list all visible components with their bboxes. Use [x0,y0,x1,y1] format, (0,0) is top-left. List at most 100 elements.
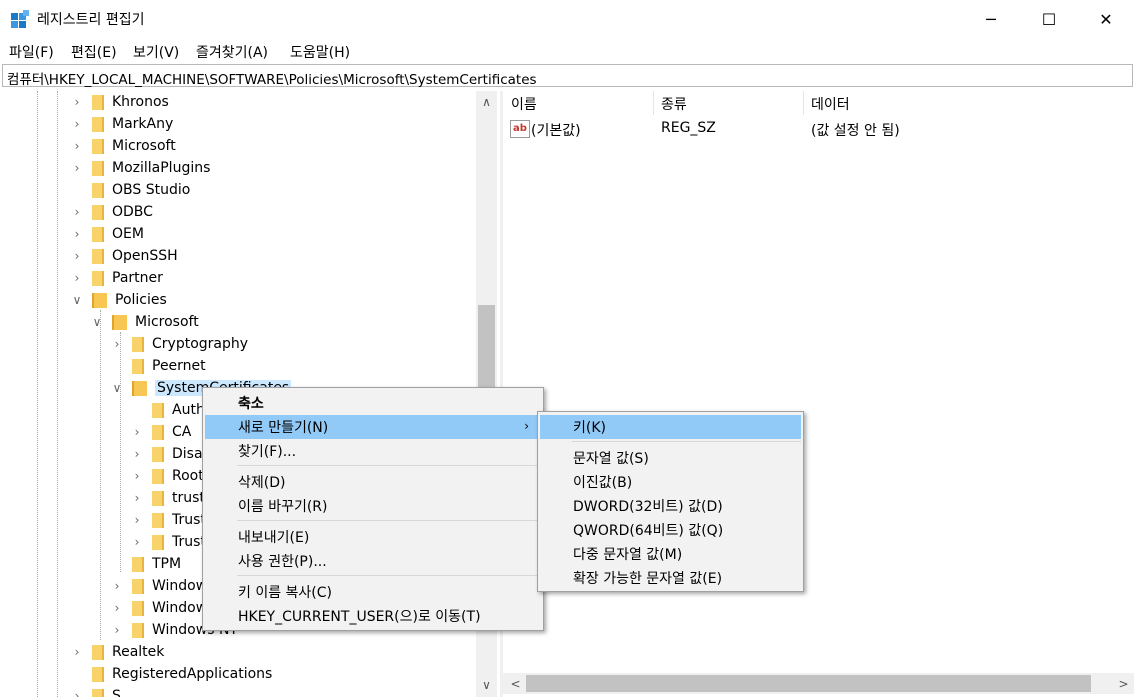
folder-icon [132,578,144,594]
tree-item[interactable]: Peernet [110,355,206,377]
expand-chevron-icon[interactable]: › [70,205,84,219]
maximize-button[interactable]: ☐ [1020,0,1078,38]
tree-item[interactable]: › Trust [130,531,206,553]
scroll-right-arrow-icon[interactable]: > [1113,674,1134,694]
collapse-chevron-icon[interactable]: ∨ [70,293,84,307]
context_menu-item[interactable]: 내보내기(E) [205,525,541,549]
expand-chevron-icon[interactable]: › [110,337,124,351]
values-hscroll-thumb[interactable] [526,675,1091,692]
tree-item[interactable]: › Realtek [70,641,165,663]
expand-chevron-icon[interactable]: › [70,645,84,659]
minimize-button[interactable]: ─ [962,0,1020,38]
context_menu-item[interactable]: 키 이름 복사(C) [205,580,541,604]
tree-item[interactable]: OBS Studio [70,179,190,201]
expand-chevron-icon[interactable]: › [130,425,144,439]
expand-chevron-icon[interactable]: › [130,513,144,527]
context_menu-item[interactable]: 이름 바꾸기(R) [205,494,541,518]
tree-item[interactable]: › OpenSSH [70,245,178,267]
tree-item[interactable]: › Window [110,597,208,619]
menu-separator [237,575,541,576]
submenu-item[interactable]: 다중 문자열 값(M) [540,542,801,566]
tree-item[interactable]: RegisteredApplications [70,663,272,685]
expand-chevron-icon[interactable]: › [70,249,84,263]
scroll-left-arrow-icon[interactable]: < [505,674,526,694]
expand-chevron-icon[interactable]: › [130,535,144,549]
tree-item[interactable]: › S [70,685,121,697]
tree-item[interactable]: › CA [130,421,192,443]
collapse-chevron-icon[interactable]: ∨ [90,315,104,329]
tree-item[interactable]: › ODBC [70,201,153,223]
submenu-item[interactable]: QWORD(64비트) 값(Q) [540,518,801,542]
tree-item[interactable]: › Khronos [70,91,169,113]
submenu-item[interactable]: 문자열 값(S) [540,446,801,470]
tree-item[interactable]: › Root [130,465,204,487]
expand-chevron-icon[interactable]: › [110,601,124,615]
folder-icon [92,160,104,176]
value-row[interactable]: ab (기본값) REG_SZ (값 설정 안 됨) [509,119,1109,141]
context_menu-item[interactable]: HKEY_CURRENT_USER(으)로 이동(T) [205,604,541,628]
registry-editor-icon [11,10,29,28]
tree-item-label: MozillaPlugins [112,160,211,176]
tree-item[interactable]: › trust [130,487,205,509]
submenu-item[interactable]: 이진값(B) [540,470,801,494]
menu-view[interactable]: 보기(V) [133,42,179,62]
menu-edit[interactable]: 편집(E) [71,42,117,62]
menu-file[interactable]: 파일(F) [9,42,54,62]
menu-favorites[interactable]: 즐겨찾기(A) [196,42,268,62]
folder-icon [112,314,127,330]
expand-chevron-icon[interactable]: › [130,447,144,461]
expand-chevron-icon[interactable]: › [70,117,84,131]
column-header-data[interactable]: 데이터 [811,94,850,114]
submenu-item[interactable]: DWORD(32비트) 값(D) [540,494,801,518]
tree-item[interactable]: › MarkAny [70,113,174,135]
menu-help[interactable]: 도움말(H) [290,42,350,62]
column-divider[interactable] [653,91,654,115]
tree-item[interactable]: › Partner [70,267,163,289]
expand-chevron-icon[interactable]: › [70,95,84,109]
tree-item[interactable]: › Trust [130,509,206,531]
tree-item[interactable]: › OEM [70,223,144,245]
close-button[interactable]: ✕ [1077,0,1135,38]
tree-item[interactable]: › Cryptography [110,333,248,355]
expand-chevron-icon[interactable]: › [130,469,144,483]
context_menu-item-label: 키 이름 복사(C) [238,585,332,601]
expand-chevron-icon[interactable]: › [70,139,84,153]
expand-chevron-icon[interactable]: › [130,491,144,505]
context_menu-item[interactable]: 찾기(F)... [205,439,541,463]
expand-chevron-icon[interactable]: › [70,161,84,175]
context_menu-item[interactable]: 새로 만들기(N) › [205,415,541,439]
expand-chevron-icon[interactable]: › [70,227,84,241]
column-divider[interactable] [803,91,804,115]
expand-chevron-icon[interactable]: › [70,271,84,285]
context_menu-item[interactable]: 축소 [205,391,541,415]
menu-separator [237,465,541,466]
tree-item-label: Auth [172,402,205,418]
expand-chevron-icon[interactable]: › [70,689,84,697]
folder-icon [92,688,104,697]
expand-chevron-icon[interactable]: › [110,579,124,593]
tree-item[interactable]: › Microsoft [70,135,176,157]
tree-item[interactable]: › MozillaPlugins [70,157,211,179]
expand-chevron-icon[interactable]: › [110,623,124,637]
folder-icon [92,270,104,286]
collapse-chevron-icon[interactable]: ∨ [110,381,124,395]
tree-item[interactable]: TPM [110,553,181,575]
scroll-up-arrow-icon[interactable]: ∧ [476,92,497,112]
column-header-type[interactable]: 종류 [661,94,687,114]
tree-item[interactable]: › Disa [130,443,203,465]
folder-icon [92,204,104,220]
address-bar[interactable]: 컴퓨터\HKEY_LOCAL_MACHINE\SOFTWARE\Policies… [2,64,1133,88]
folder-icon [92,116,104,132]
tree-item[interactable]: Auth [130,399,205,421]
tree-item[interactable]: ∨ Microsoft [90,311,199,333]
context_menu-item[interactable]: 사용 권한(P)... [205,549,541,573]
tree-item-label: TPM [152,556,182,572]
tree-item[interactable]: › Window [110,575,208,597]
scroll-down-arrow-icon[interactable]: ∨ [476,675,497,695]
tree-item-label: OEM [112,226,144,242]
context_menu-item[interactable]: 삭제(D) [205,470,541,494]
tree-item[interactable]: ∨ Policies [70,289,167,311]
column-header-name[interactable]: 이름 [511,94,537,114]
submenu-item[interactable]: 키(K) [540,415,801,439]
submenu-item[interactable]: 확장 가능한 문자열 값(E) [540,566,801,590]
